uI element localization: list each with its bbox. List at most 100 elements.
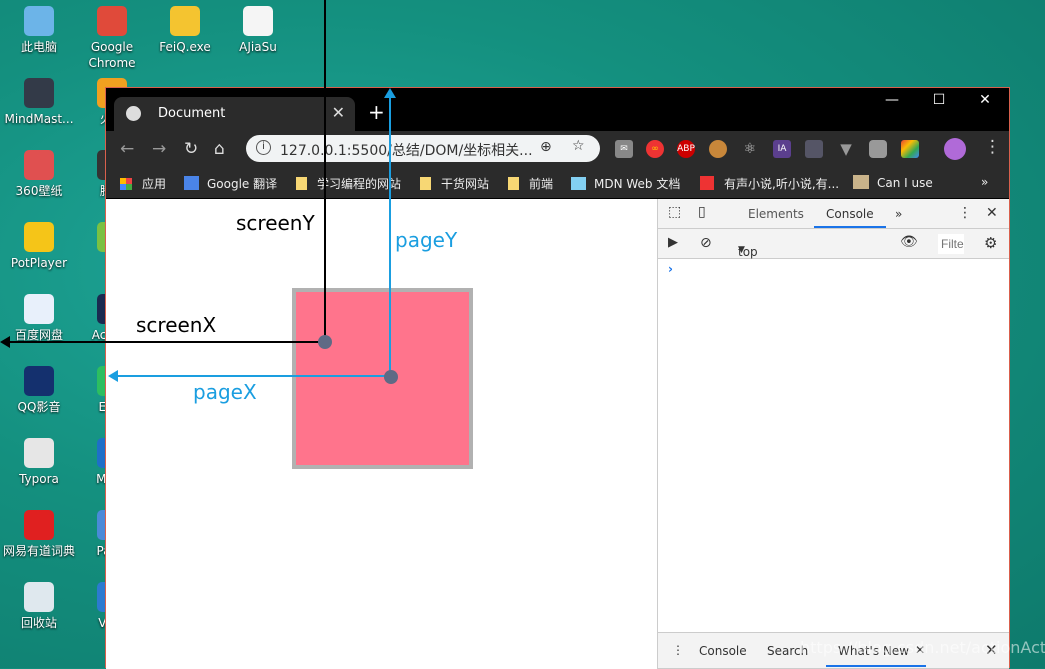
- reload-icon[interactable]: ↻: [184, 139, 198, 159]
- desktop-icon[interactable]: Google Chrome: [76, 6, 148, 71]
- close-devtools-icon[interactable]: ✕: [986, 205, 998, 221]
- page-x-line: [116, 375, 390, 377]
- active-tab-indicator: [814, 226, 886, 228]
- info-icon[interactable]: i: [256, 140, 271, 155]
- zoom-icon[interactable]: ⊕: [540, 139, 552, 155]
- mail-extension-icon[interactable]: ✉: [615, 140, 633, 158]
- screen-point: [318, 335, 332, 349]
- desktop-icon-label: Google Chrome: [88, 40, 136, 70]
- desktop-icon[interactable]: 360壁纸: [3, 150, 75, 199]
- tab-console[interactable]: Console: [826, 207, 874, 221]
- back-icon[interactable]: ←: [120, 139, 134, 159]
- console-toolbar: ▶ ⊘ top▼ 👁 ⚙: [658, 229, 1009, 259]
- desktop-icon-label: 回收站: [20, 616, 57, 630]
- app-icon: [243, 6, 273, 36]
- bookmark-folder[interactable]: 学习编程的网站: [296, 175, 401, 192]
- app-icon: [24, 222, 54, 252]
- react-icon[interactable]: ⚛: [741, 140, 759, 158]
- folder-icon: [508, 177, 519, 190]
- apps-icon: [120, 178, 132, 190]
- app-icon: [24, 150, 54, 180]
- star-icon[interactable]: ☆: [572, 138, 585, 154]
- avatar[interactable]: [944, 138, 966, 160]
- bookmark-google-translate[interactable]: Google 翻译: [184, 175, 277, 192]
- tab-document[interactable]: Document ✕: [114, 97, 355, 131]
- adblock-icon[interactable]: ABP: [677, 140, 695, 158]
- infinity-extension-icon[interactable]: ∞: [646, 140, 664, 158]
- bookmarks-more[interactable]: »: [981, 175, 988, 189]
- home-icon[interactable]: ⌂: [214, 139, 225, 159]
- desktop-icon[interactable]: 此电脑: [3, 6, 75, 55]
- desktop-icon[interactable]: Typora: [3, 438, 75, 487]
- close-tab-icon[interactable]: ✕: [332, 103, 345, 122]
- desktop-icon[interactable]: 网易有道词典: [3, 510, 75, 559]
- console-prompt[interactable]: ›: [668, 262, 673, 276]
- tab-title: Document: [158, 106, 226, 121]
- desktop-icon[interactable]: QQ影音: [3, 366, 75, 415]
- device-toolbar-icon[interactable]: ▯: [698, 204, 706, 220]
- watermark: https://blog.csdn.net/actionActivity: [800, 638, 1045, 657]
- label-page-y: pageY: [395, 228, 458, 252]
- inspect-icon[interactable]: ⬚: [668, 204, 681, 220]
- page-y-line: [389, 96, 391, 376]
- cookie-icon[interactable]: [709, 140, 727, 158]
- desktop-icon[interactable]: FeiQ.exe: [149, 6, 221, 55]
- app-icon: [170, 6, 200, 36]
- desktop-icon[interactable]: MindMast...: [3, 78, 75, 127]
- bookmark-apps[interactable]: 应用: [120, 175, 166, 192]
- bookmark-folder[interactable]: 干货网站: [420, 175, 489, 192]
- bookmark-caniuse[interactable]: Can I use: [853, 175, 933, 190]
- address-bar[interactable]: i 127.0.0.1:5500/总结/DOM/坐标相关... ⊕ ☆: [246, 135, 600, 162]
- camera-icon[interactable]: [869, 140, 887, 158]
- dropdown-icon: ▼: [738, 245, 745, 255]
- bolt-extension-icon[interactable]: [901, 140, 919, 158]
- sidebar-toggle-icon[interactable]: ▶: [668, 235, 678, 250]
- devtools-panel: ⬚ ▯ Elements Console » ⋮ ✕ ▶ ⊘ top▼ 👁 ⚙ …: [657, 199, 1009, 669]
- app-icon: [24, 78, 54, 108]
- caniuse-icon: [853, 175, 869, 189]
- label-screen-x: screenX: [136, 313, 217, 337]
- drawer-tab-console[interactable]: Console: [699, 644, 747, 658]
- vue-icon[interactable]: ▼: [837, 140, 855, 158]
- grid-extension-icon[interactable]: [805, 140, 823, 158]
- tab-elements[interactable]: Elements: [748, 207, 804, 221]
- bookmark-mdn[interactable]: MDN Web 文档: [571, 175, 680, 192]
- menu-icon[interactable]: ⋮: [984, 137, 1001, 157]
- desktop-icon-label: MindMast...: [4, 112, 74, 126]
- settings-gear-icon[interactable]: ⚙: [984, 234, 997, 252]
- app-icon: [24, 438, 54, 468]
- bookmark-folder[interactable]: 前端: [508, 175, 553, 192]
- app-icon: [24, 294, 54, 324]
- url-text: 127.0.0.1:5500/总结/DOM/坐标相关...: [280, 143, 533, 159]
- eye-icon[interactable]: 👁: [900, 234, 918, 250]
- desktop-icon[interactable]: 回收站: [3, 582, 75, 631]
- ia-extension-icon[interactable]: IA: [773, 140, 791, 158]
- page-content: [106, 199, 657, 669]
- app-icon: [24, 582, 54, 612]
- label-screen-y: screenY: [236, 211, 315, 235]
- globe-icon: [126, 106, 141, 121]
- new-tab-button[interactable]: +: [368, 100, 385, 124]
- page-x-arrow-icon: [108, 370, 118, 382]
- devtools-menu-icon[interactable]: ⋮: [958, 205, 972, 221]
- clear-console-icon[interactable]: ⊘: [700, 235, 712, 251]
- desktop-icon-label: PotPlayer: [10, 256, 68, 270]
- more-tabs-button[interactable]: »: [895, 207, 902, 221]
- desktop-icon-label: Typora: [19, 472, 59, 486]
- desktop-icon-label: 360壁纸: [15, 184, 63, 198]
- minimize-button[interactable]: —: [869, 92, 915, 108]
- close-window-button[interactable]: ✕: [962, 92, 1008, 108]
- desktop-icon[interactable]: 百度网盘: [3, 294, 75, 343]
- forward-icon[interactable]: →: [152, 139, 166, 159]
- desktop-icon-label: 此电脑: [20, 40, 57, 54]
- app-icon: [24, 366, 54, 396]
- maximize-button[interactable]: ☐: [916, 92, 962, 108]
- bookmark-novel[interactable]: 有声小说,听小说,有...: [700, 175, 839, 192]
- filter-input[interactable]: [938, 234, 964, 254]
- desktop-icon[interactable]: AJiaSu: [222, 6, 294, 55]
- desktop-icon[interactable]: PotPlayer: [3, 222, 75, 271]
- bookmarks-bar: 应用 Google 翻译 学习编程的网站 干货网站 前端 MDN Web 文档 …: [106, 167, 1009, 198]
- app-icon: [24, 510, 54, 540]
- folder-icon: [296, 177, 307, 190]
- drawer-menu-icon[interactable]: ⋮: [672, 643, 684, 657]
